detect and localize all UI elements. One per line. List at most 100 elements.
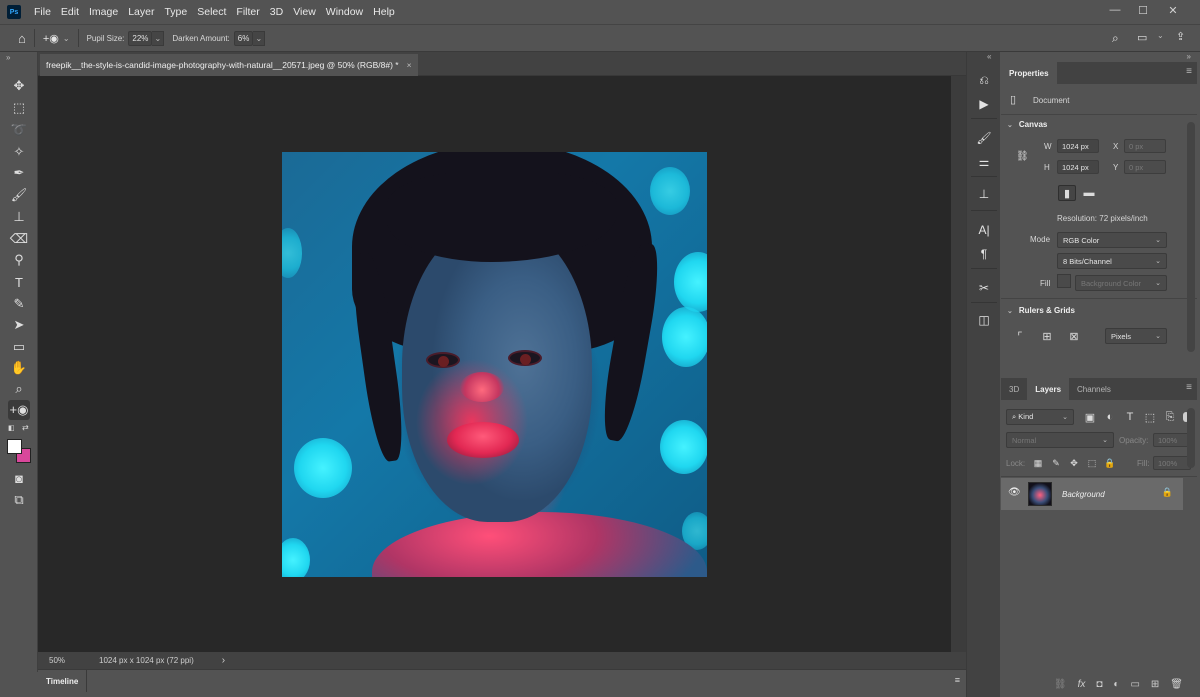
menu-image[interactable]: Image bbox=[84, 0, 123, 24]
properties-scrollbar[interactable] bbox=[1187, 122, 1195, 352]
brush-tool-icon[interactable]: 🖌 bbox=[8, 185, 30, 205]
fill-select[interactable]: Background Color ⌄ bbox=[1075, 275, 1167, 291]
libraries-icon[interactable]: ◫ bbox=[972, 310, 996, 330]
darken-amount-dropdown-icon[interactable]: ⌄ bbox=[253, 30, 266, 46]
canvas-area[interactable] bbox=[38, 76, 951, 652]
zoom-tool-icon[interactable]: ⌕ bbox=[8, 379, 30, 399]
layer-filter-kind-select[interactable]: ⌕ Kind ⌄ bbox=[1006, 409, 1074, 425]
tools-settings-icon[interactable]: ✂ bbox=[972, 278, 996, 298]
eye-visibility-icon[interactable]: 👁 bbox=[1008, 487, 1021, 498]
menu-view[interactable]: View bbox=[288, 0, 321, 24]
zoom-level[interactable]: 50% bbox=[49, 656, 65, 665]
tool-preset-chevron-icon[interactable]: ⌄ bbox=[63, 34, 70, 43]
delete-layer-icon[interactable]: 🗑 bbox=[1170, 679, 1183, 690]
menu-layer[interactable]: Layer bbox=[123, 0, 159, 24]
tab-3d[interactable]: 3D bbox=[1001, 378, 1027, 400]
red-eye-tool-active-icon[interactable]: +◉ bbox=[8, 400, 30, 420]
rectangle-tool-icon[interactable]: ▭ bbox=[8, 337, 30, 357]
quick-mask-icon[interactable]: ◙ bbox=[8, 468, 30, 488]
filter-adjustment-layers-icon[interactable]: ◐ bbox=[1101, 409, 1119, 425]
foreground-color-swatch[interactable] bbox=[7, 439, 22, 454]
history-icon[interactable]: ⎌ bbox=[972, 70, 996, 90]
magic-wand-tool-icon[interactable]: ✧ bbox=[8, 142, 30, 162]
new-adjustment-layer-icon[interactable]: ◐ bbox=[1113, 679, 1119, 690]
workspace-icon[interactable]: ▭ bbox=[1137, 31, 1147, 44]
pupil-size-dropdown-icon[interactable]: ⌄ bbox=[152, 30, 165, 46]
home-icon[interactable]: ⌂ bbox=[18, 31, 26, 46]
filter-pixel-layers-icon[interactable]: ▣ bbox=[1081, 409, 1099, 425]
canvas-width-field[interactable]: 1024 px bbox=[1057, 139, 1099, 153]
default-colors-icon[interactable]: ◧ bbox=[8, 424, 15, 432]
layer-name[interactable]: Background bbox=[1062, 490, 1105, 499]
type-tool-icon[interactable]: T bbox=[8, 272, 30, 292]
menu-file[interactable]: File bbox=[29, 0, 56, 24]
new-layer-icon[interactable]: ⊞ bbox=[1151, 679, 1159, 690]
lock-artboard-icon[interactable]: ⬚ bbox=[1083, 455, 1101, 471]
menu-window[interactable]: Window bbox=[321, 0, 368, 24]
hand-tool-icon[interactable]: ✋ bbox=[8, 358, 30, 378]
layers-menu-icon[interactable]: ≡ bbox=[1186, 382, 1192, 393]
eyedropper-tool-icon[interactable]: ✒ bbox=[8, 163, 30, 183]
filter-smart-objects-icon[interactable]: ⎘ bbox=[1161, 409, 1179, 425]
menu-type[interactable]: Type bbox=[159, 0, 192, 24]
canvas-y-field[interactable]: 0 px bbox=[1124, 160, 1166, 174]
collapse-toolbar-icon[interactable]: » bbox=[6, 53, 10, 62]
dodge-tool-icon[interactable]: ⚲ bbox=[8, 250, 30, 270]
clone-source-icon[interactable]: ⊥ bbox=[972, 184, 996, 204]
ruler-units-select[interactable]: Pixels ⌄ bbox=[1105, 328, 1167, 344]
swap-colors-icon[interactable]: ⇄ bbox=[22, 423, 29, 432]
lock-all-icon[interactable]: 🔒 bbox=[1101, 455, 1119, 471]
filter-type-layers-icon[interactable]: T bbox=[1121, 409, 1139, 425]
pupil-size-field[interactable]: 22% bbox=[128, 30, 153, 46]
link-dimensions-icon[interactable]: ⛓ bbox=[1016, 151, 1029, 162]
character-icon[interactable]: A| bbox=[972, 220, 996, 240]
menu-select[interactable]: Select bbox=[192, 0, 231, 24]
new-group-icon[interactable]: ▭ bbox=[1130, 679, 1139, 690]
guides-icon[interactable]: ⊠ bbox=[1065, 328, 1083, 344]
path-selection-tool-icon[interactable]: ➤ bbox=[8, 315, 30, 335]
lock-position-icon[interactable]: ✥ bbox=[1065, 455, 1083, 471]
workspace-chevron-icon[interactable]: ⌄ bbox=[1157, 31, 1164, 40]
ruler-icon[interactable]: ⌜ bbox=[1011, 328, 1029, 344]
blend-mode-select[interactable]: Normal ⌄ bbox=[1006, 432, 1114, 448]
fill-color-swatch[interactable] bbox=[1057, 274, 1071, 288]
layer-row-background[interactable]: 👁 Background 🔒 bbox=[1001, 478, 1183, 510]
minimize-button[interactable]: — bbox=[1102, 0, 1128, 20]
stamp-tool-icon[interactable]: ⊥ bbox=[8, 207, 30, 227]
timeline-menu-icon[interactable]: ≡ bbox=[955, 675, 960, 685]
tab-layers[interactable]: Layers bbox=[1027, 378, 1070, 400]
brush-settings-icon[interactable]: 🖌 bbox=[972, 128, 996, 148]
menu-3d[interactable]: 3D bbox=[265, 0, 288, 24]
close-tab-icon[interactable]: × bbox=[407, 60, 412, 70]
fill-opacity-field[interactable]: 100% bbox=[1153, 456, 1191, 470]
darken-amount-field[interactable]: 6% bbox=[233, 30, 254, 46]
actions-play-icon[interactable]: ▶ bbox=[972, 94, 996, 114]
collapse-panel-icon[interactable]: » bbox=[1187, 52, 1191, 61]
timeline-tab[interactable]: Timeline bbox=[38, 670, 88, 692]
lasso-tool-icon[interactable]: ➰ bbox=[8, 120, 30, 140]
adjustments-icon[interactable]: ⚌ bbox=[972, 152, 996, 172]
maximize-button[interactable]: ☐ bbox=[1130, 0, 1156, 20]
search-icon[interactable]: ⌕ bbox=[1112, 31, 1119, 46]
canvas-height-field[interactable]: 1024 px bbox=[1057, 160, 1099, 174]
screen-mode-icon[interactable]: ⧉ bbox=[8, 490, 30, 510]
tab-channels[interactable]: Channels bbox=[1069, 378, 1119, 400]
status-menu-arrow-icon[interactable]: › bbox=[222, 655, 225, 666]
color-mode-select[interactable]: RGB Color ⌄ bbox=[1057, 232, 1167, 248]
bit-depth-select[interactable]: 8 Bits/Channel ⌄ bbox=[1057, 253, 1167, 269]
close-button[interactable]: ✕ bbox=[1160, 0, 1186, 20]
menu-filter[interactable]: Filter bbox=[231, 0, 264, 24]
grid-icon[interactable]: ⊞ bbox=[1038, 328, 1056, 344]
red-eye-tool-icon[interactable]: +◉ bbox=[43, 32, 59, 45]
paragraph-icon[interactable]: ¶ bbox=[972, 244, 996, 264]
layers-scrollbar[interactable] bbox=[1187, 408, 1195, 468]
collapse-panels-icon[interactable]: « bbox=[987, 52, 991, 61]
document-tab[interactable]: freepik__the-style-is-candid-image-photo… bbox=[40, 54, 418, 76]
properties-menu-icon[interactable]: ≡ bbox=[1186, 66, 1192, 77]
lock-image-pixels-icon[interactable]: ✎ bbox=[1047, 455, 1065, 471]
menu-edit[interactable]: Edit bbox=[56, 0, 84, 24]
filter-shape-layers-icon[interactable]: ⬚ bbox=[1141, 409, 1159, 425]
pen-tool-icon[interactable]: ✎ bbox=[8, 294, 30, 314]
share-icon[interactable]: ⇪ bbox=[1176, 30, 1185, 43]
landscape-orientation-icon[interactable]: ▬ bbox=[1080, 185, 1098, 201]
